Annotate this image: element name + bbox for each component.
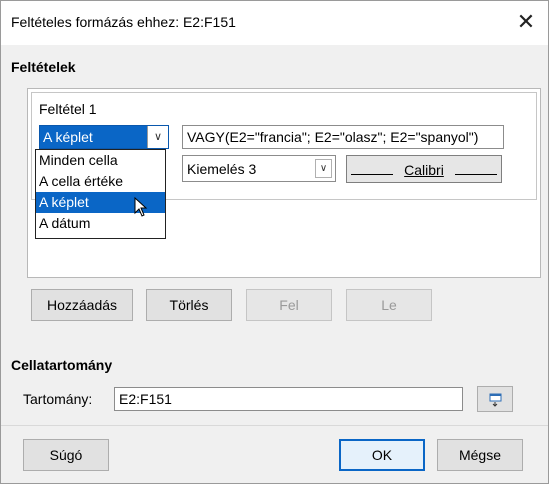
- style-preview: Calibri: [346, 155, 502, 183]
- close-icon[interactable]: ✕: [512, 9, 540, 37]
- conditions-heading: Feltételek: [11, 59, 76, 75]
- add-button-label: Hozzáadás: [46, 297, 118, 313]
- condition-type-combo[interactable]: A képlet ∨: [39, 125, 169, 149]
- delete-button[interactable]: Törlés: [146, 289, 232, 321]
- help-button[interactable]: Súgó: [23, 439, 109, 471]
- ok-button[interactable]: OK: [339, 439, 425, 471]
- shrink-icon: [489, 393, 502, 407]
- move-up-label: Fel: [279, 297, 299, 313]
- mouse-pointer-icon: [134, 197, 148, 217]
- style-value: Kiemelés 3: [187, 161, 257, 177]
- preview-line-right: [455, 174, 497, 175]
- add-button[interactable]: Hozzáadás: [31, 289, 133, 321]
- move-down-button[interactable]: Le: [346, 289, 432, 321]
- window-title: Feltételes formázás ehhez: E2:F151: [11, 14, 236, 30]
- conditional-formatting-dialog: Feltételes formázás ehhez: E2:F151 ✕ Fel…: [0, 0, 549, 484]
- cancel-button-label: Mégse: [458, 447, 502, 463]
- cell-range-heading: Cellatartomány: [11, 357, 113, 373]
- ok-button-label: OK: [371, 447, 393, 463]
- style-combo[interactable]: Kiemelés 3 ∨: [182, 155, 336, 182]
- condition-title: Feltétel 1: [39, 101, 97, 117]
- condition-type-value: A képlet: [43, 129, 93, 145]
- preview-text: Calibri: [404, 162, 444, 178]
- range-input[interactable]: E2:F151: [114, 387, 463, 411]
- dropdown-option[interactable]: Minden cella: [36, 150, 165, 171]
- chevron-down-icon[interactable]: ∨: [147, 126, 168, 148]
- move-up-button[interactable]: Fel: [246, 289, 332, 321]
- formula-input[interactable]: VAGY(E2="francia"; E2="olasz"; E2="spany…: [182, 125, 504, 149]
- delete-button-label: Törlés: [169, 297, 209, 313]
- help-button-label: Súgó: [49, 447, 83, 463]
- title-bar: Feltételes formázás ehhez: E2:F151 ✕: [1, 1, 548, 45]
- move-down-label: Le: [381, 297, 397, 313]
- footer-divider: [1, 425, 548, 426]
- dropdown-option[interactable]: A cella értéke: [36, 171, 165, 192]
- cancel-button[interactable]: Mégse: [437, 439, 523, 471]
- condition-type-dropdown: Minden cella A cella értéke A képlet A d…: [35, 149, 166, 239]
- shrink-range-button[interactable]: [477, 386, 513, 412]
- chevron-down-icon[interactable]: ∨: [315, 159, 332, 178]
- range-label: Tartomány:: [23, 391, 93, 407]
